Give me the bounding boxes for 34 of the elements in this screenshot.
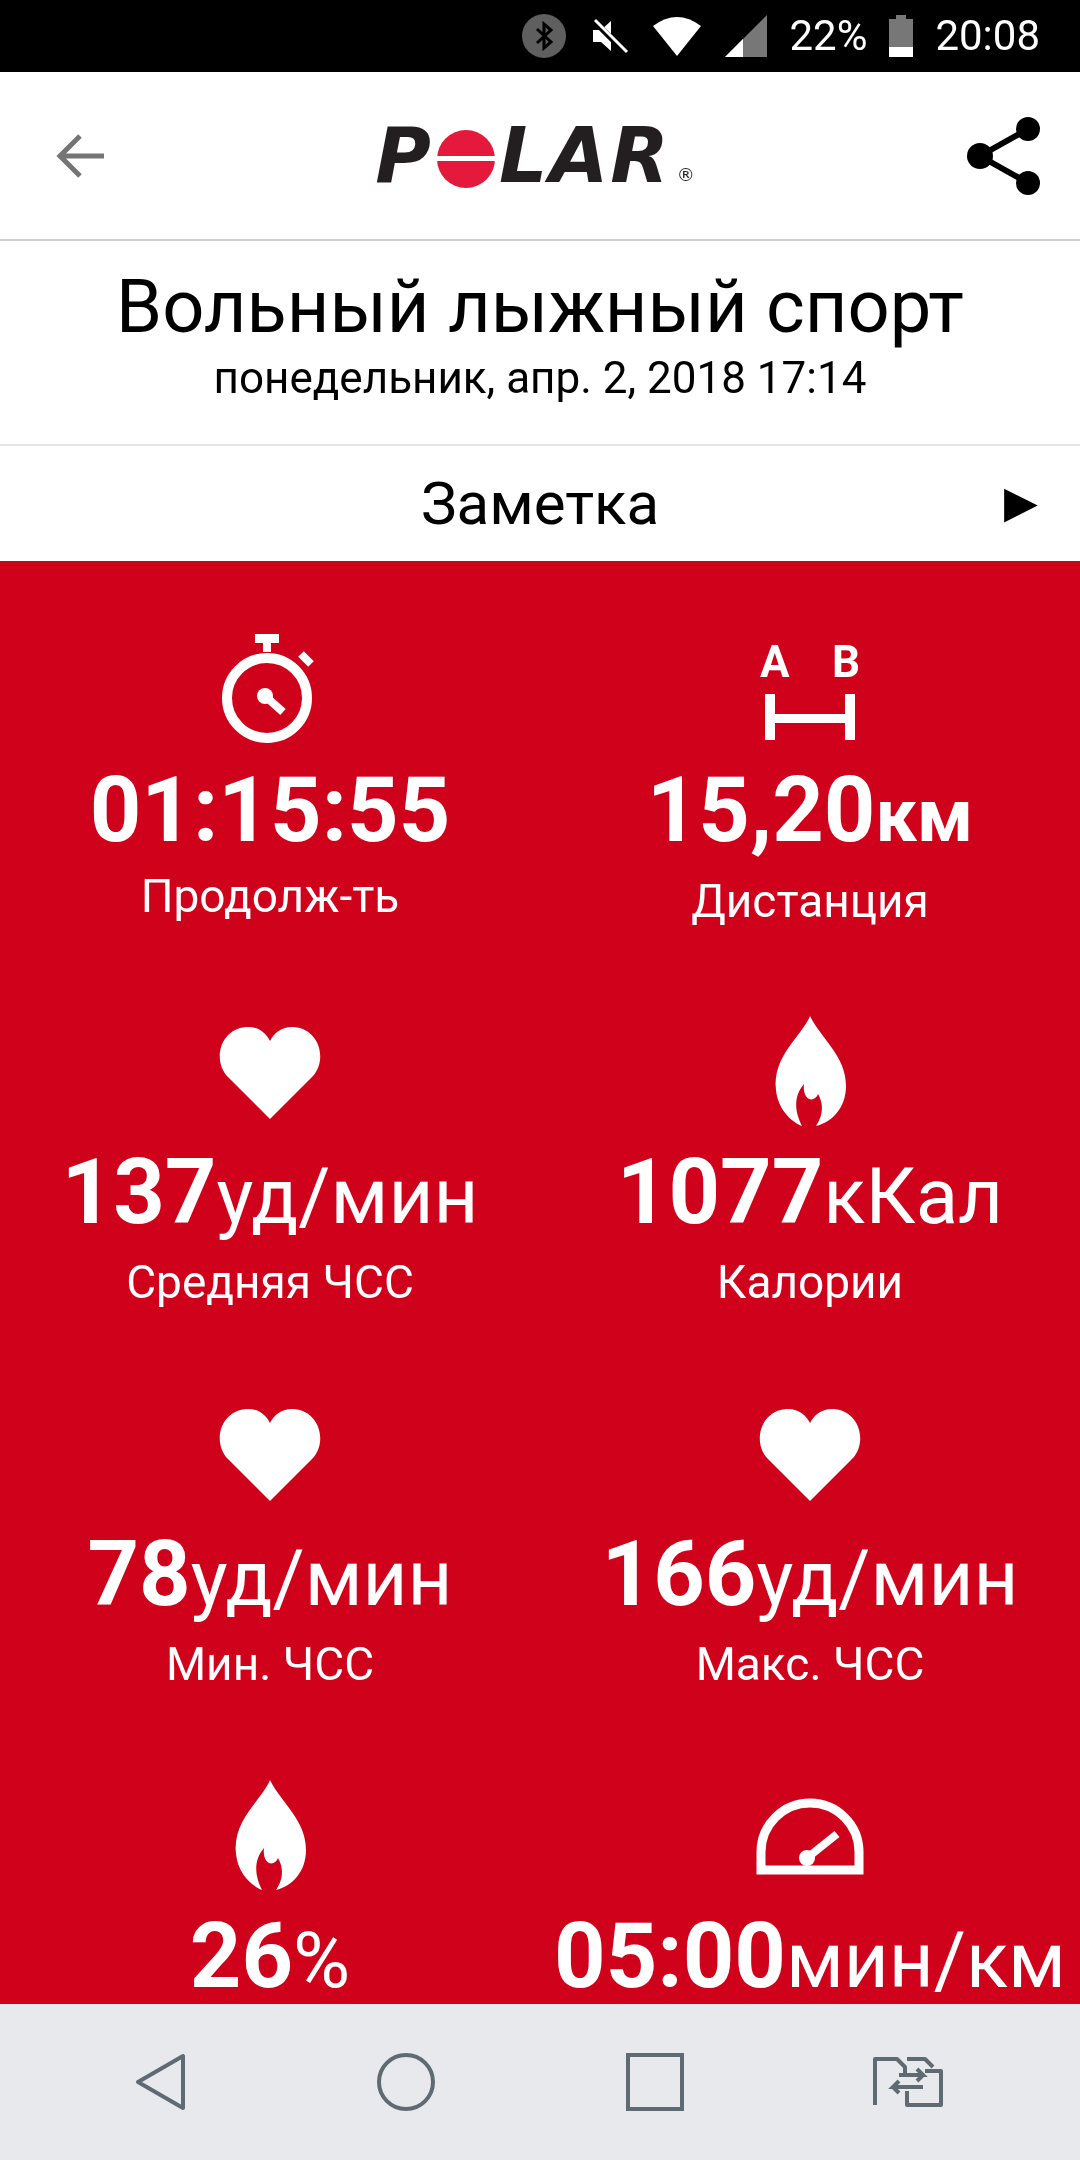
speedometer-icon [755,1796,865,1876]
brand-logo: P LAR® [375,117,697,194]
signal-icon [725,15,768,57]
wifi-icon [651,16,704,56]
stat-label: Калории [716,1255,904,1309]
workout-title: Вольный лыжный спорт [116,265,964,349]
workout-date: понедельник, апр. 2, 2018 17:14 [213,351,867,405]
stat-label: Макс. ЧСС [695,1637,925,1691]
expand-arrow-icon[interactable]: ▶ [1004,476,1038,528]
stat-value: 26% [189,1907,351,2004]
battery-percent: 22% [789,15,868,57]
heart-icon [758,1407,862,1501]
stat-value: 78уд/мин [87,1525,453,1629]
back-nav-icon[interactable] [134,2053,187,2111]
heart-icon [218,1407,322,1501]
recents-nav-icon[interactable] [625,2053,684,2111]
bluetooth-icon [521,13,568,59]
stat-value: 137уд/мин [61,1143,479,1247]
stat-value: 1077кКал [616,1143,1004,1247]
stat-value: 01:15:55 [89,761,451,861]
stat-label: Мин. ЧСС [165,1637,375,1691]
stat-value: 166уд/мин [601,1525,1019,1629]
back-arrow-icon[interactable] [56,132,106,179]
share-icon[interactable] [966,115,1042,196]
heart-icon [218,1025,322,1119]
stat-value: 15,20км [646,761,974,865]
home-nav-icon[interactable] [376,2052,437,2112]
stat-label: Продолж-ть [140,869,400,923]
stat-label: Средняя ЧСС [126,1255,414,1309]
clock-time: 20:08 [935,15,1040,57]
battery-icon [889,15,914,57]
stat-value: 05:00мин/км [554,1907,1066,2004]
sim-switch-icon[interactable] [873,2057,946,2107]
stat-label: Дистанция [691,874,929,928]
